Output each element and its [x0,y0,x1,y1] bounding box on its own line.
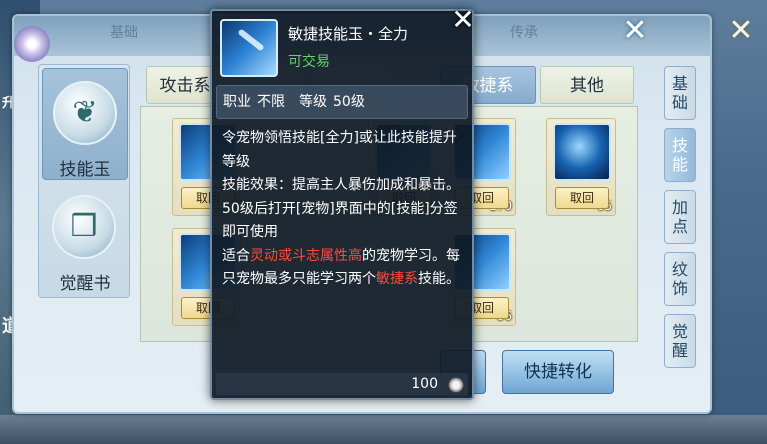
jade-slot[interactable]: 65 取回 [546,118,616,216]
req-job-value: 不限 [257,94,285,110]
silver-coin-icon [448,377,464,393]
quick-convert-button[interactable]: 快捷转化 [502,350,614,394]
category-label: 觉醒书 [59,274,111,294]
desc-line: 技能效果：提高主人暴伤加成和暴击。 [222,177,460,193]
item-requirements: 职业 不限 等级 50级 [216,85,468,119]
req-level-label: 等级 [299,94,327,110]
category-skill-jade[interactable]: ❦ 技能玉 [42,68,128,180]
bg-tab: 传承 [510,25,538,41]
retrieve-button[interactable]: 取回 [555,187,609,209]
flower-ornament-icon [14,26,50,62]
window-close-icon[interactable]: ✕ [620,16,650,46]
tab-decoration[interactable]: 纹饰 [664,252,696,306]
desc-text: 技能。 [418,271,460,287]
desc-line: 50级后打开[宠物]界面中的[技能]分签即可使用 [222,200,458,241]
category-label: 技能玉 [59,160,111,180]
tab-label: 基础 [672,74,689,112]
desc-text: 适合 [222,247,250,264]
book-icon: ❒ [52,195,116,259]
tab-label: 技能 [672,136,689,174]
icon-streak [237,28,265,52]
tab-label: 纹饰 [672,260,689,298]
item-price: 100 [216,373,468,395]
tab-awaken[interactable]: 觉醒 [664,314,696,368]
tooltip-close-icon[interactable]: ✕ [448,5,478,35]
item-name: 敏捷技能玉・全力 [288,25,409,43]
item-tooltip: 敏捷技能玉・全力 可交易 ✕ 职业 不限 等级 50级 令宠物领悟技能[全力]或让此技… [210,5,475,400]
agility-jade-icon [220,19,278,77]
desc-line: 令宠物领悟技能[全力]或让此技能提升等级 [222,130,457,170]
tab-points[interactable]: 加点 [664,190,696,244]
tab-label: 觉醒 [672,322,689,360]
category-column: ❦ 技能玉 ❒ 觉醒书 [38,64,130,298]
category-awaken-book[interactable]: ❒ 觉醒书 [42,183,128,295]
tab-basic[interactable]: 基础 [664,66,696,120]
screen-close-icon[interactable]: ✕ [726,16,756,46]
item-description: 令宠物领悟技能[全力]或让此技能提升等级 技能效果：提高主人暴伤加成和暴击。 5… [222,127,468,292]
skill-jade-icon [553,123,611,181]
desc-highlight: 灵动或斗志属性高 [250,247,362,264]
desc-line: 适合灵动或斗志属性高的宠物学习。每只宠物最多只能学习两个敏捷系技能。 [222,245,468,292]
req-level-value: 50级 [333,94,365,110]
desc-highlight: 敏捷系 [376,271,418,287]
jade-dragon-icon: ❦ [53,81,117,145]
background-scene-bottom [0,415,767,444]
subtab-other[interactable]: 其他 [540,66,634,104]
req-job-label: 职业 [223,94,251,110]
bg-tab: 基础 [110,25,138,41]
tab-skill[interactable]: 技能 [664,128,696,182]
tab-label: 加点 [672,198,689,236]
tradable-label: 可交易 [288,54,330,70]
